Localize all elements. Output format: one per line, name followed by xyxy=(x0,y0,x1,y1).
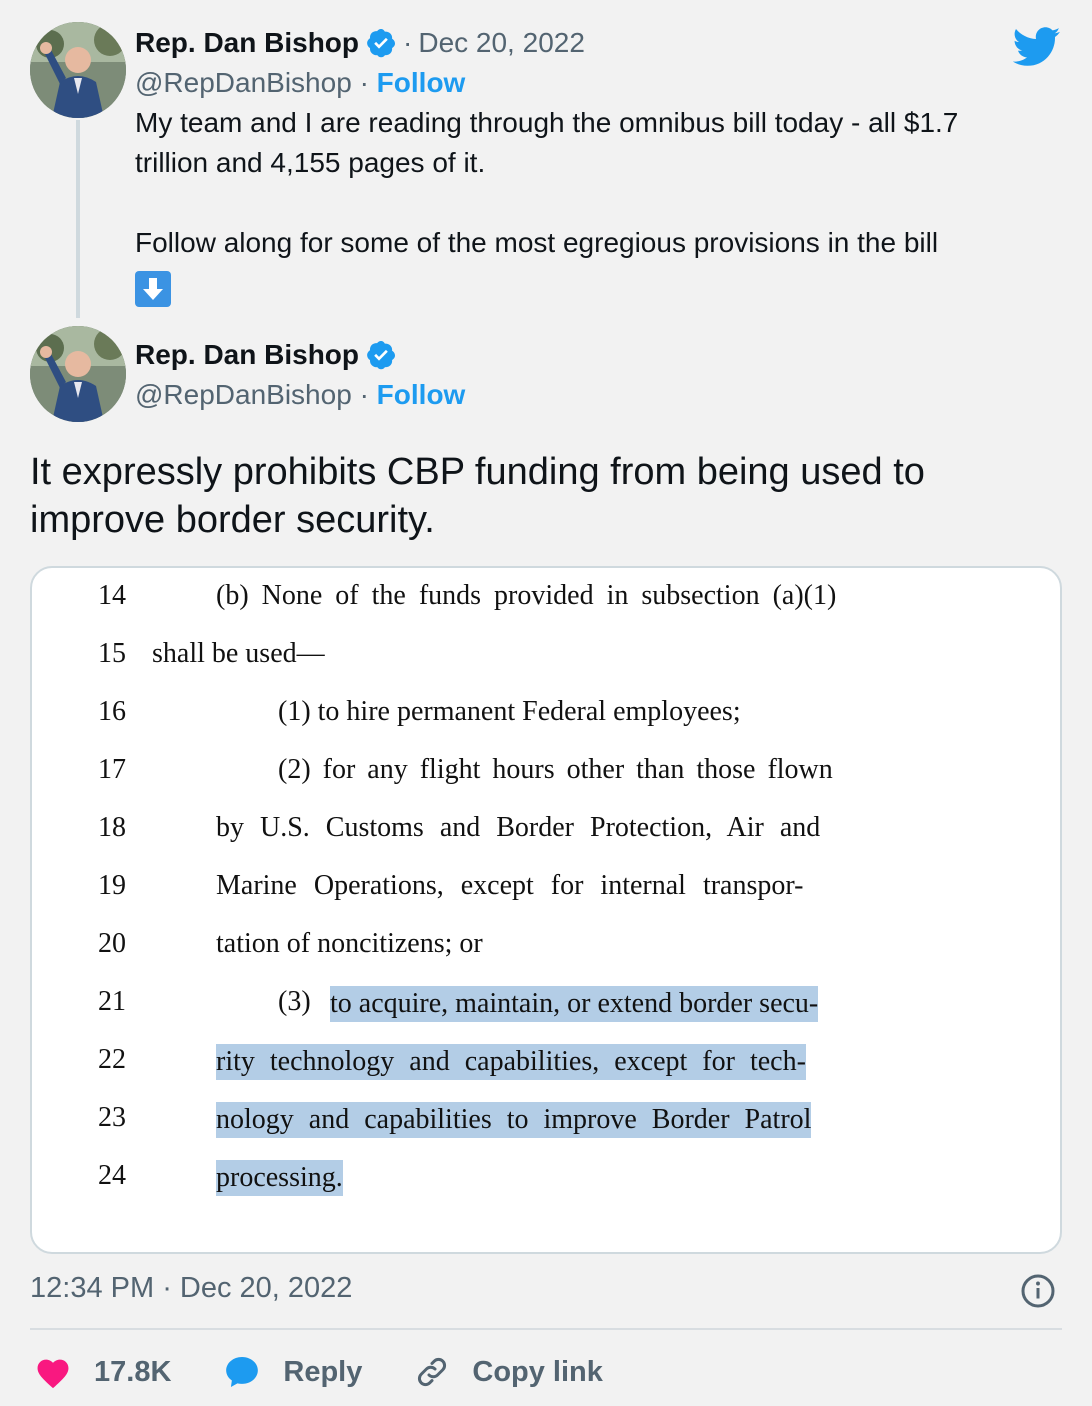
reply-bubble-icon xyxy=(226,1356,259,1388)
line-number: 19 xyxy=(98,870,126,901)
tweet-timestamp[interactable]: 12:34 PM · Dec 20, 2022 xyxy=(30,1272,352,1305)
footer-divider xyxy=(30,1328,1062,1330)
follow-button[interactable]: Follow xyxy=(377,67,466,98)
thread-connector-line xyxy=(76,120,80,318)
reply-button[interactable]: Reply xyxy=(223,1353,362,1391)
verified-badge-icon xyxy=(367,29,396,58)
heart-icon xyxy=(37,1359,69,1389)
tweet1-text-line: Follow along for some of the most egregi… xyxy=(135,227,939,258)
author-name[interactable]: Rep. Dan Bishop xyxy=(135,27,359,59)
line-text-highlighted: to acquire, maintain, or extend border s… xyxy=(330,986,819,1022)
attached-document-image[interactable]: 14 (b) None of the funds provided in sub… xyxy=(30,566,1062,1254)
avatar-tweet1[interactable] xyxy=(30,22,126,118)
line-text: shall be used— xyxy=(152,638,325,669)
copy-link-label: Copy link xyxy=(472,1355,603,1388)
line-number: 24 xyxy=(98,1160,126,1191)
separator-dot: · xyxy=(403,27,413,58)
reply-label: Reply xyxy=(283,1355,363,1388)
like-count: 17.8K xyxy=(94,1355,172,1388)
tweet2-text-line: improve border security. xyxy=(30,499,435,541)
tweet1-date[interactable]: Dec 20, 2022 xyxy=(418,27,585,59)
line-text-highlighted: nology and capabilities to improve Borde… xyxy=(216,1102,812,1138)
line-number: 21 xyxy=(98,986,126,1017)
timestamp-date: Dec 20, 2022 xyxy=(179,1272,353,1304)
tweet2-text-line: It expressly prohibits CBP funding from … xyxy=(30,451,925,493)
tweet2-text: It expressly prohibits CBP funding from … xyxy=(30,448,1070,544)
line-number: 18 xyxy=(98,812,126,843)
link-icon xyxy=(418,1358,447,1386)
tweet1-header: Rep. Dan Bishop · Dec 20, 2022 xyxy=(135,27,585,59)
tweet1-handle-row: @RepDanBishop · Follow xyxy=(135,67,465,99)
line-number: 23 xyxy=(98,1102,126,1133)
line-number: 16 xyxy=(98,696,126,727)
author-handle[interactable]: @RepDanBishop xyxy=(135,379,352,410)
separator-dot: · xyxy=(359,67,377,98)
tweet1-text: My team and I are reading through the om… xyxy=(135,103,1065,307)
line-text: Marine Operations, except for internal t… xyxy=(216,870,804,901)
copy-link-button[interactable]: Copy link xyxy=(414,1354,603,1390)
line-number: 17 xyxy=(98,754,126,785)
tweet1-text-line: My team and I are reading through the om… xyxy=(135,107,959,138)
avatar-tweet2[interactable] xyxy=(30,326,126,422)
line-text-highlighted: rity technology and capabilities, except… xyxy=(216,1044,806,1080)
line-text: tation of noncitizens; or xyxy=(216,928,483,959)
line-text: (1) to hire permanent Federal employees; xyxy=(278,696,741,727)
line-prefix: (3) xyxy=(278,986,311,1017)
line-number: 20 xyxy=(98,928,126,959)
separator-dot: · xyxy=(162,1272,180,1304)
action-bar: 17.8K Reply Copy link xyxy=(34,1350,655,1394)
author-handle[interactable]: @RepDanBishop xyxy=(135,67,352,98)
verified-badge-icon xyxy=(367,341,396,370)
tweet2-header: Rep. Dan Bishop xyxy=(135,339,397,371)
timestamp-time: 12:34 PM xyxy=(30,1272,155,1304)
twitter-bird-icon[interactable] xyxy=(1013,26,1061,68)
line-text: (b) None of the funds provided in subsec… xyxy=(216,580,837,611)
info-icon[interactable] xyxy=(1020,1273,1056,1309)
like-button[interactable]: 17.8K xyxy=(34,1355,171,1389)
line-text-highlighted: processing. xyxy=(216,1160,343,1196)
separator-dot: · xyxy=(359,379,377,410)
tweet2-handle-row: @RepDanBishop · Follow xyxy=(135,379,465,411)
tweet1-text-line: trillion and 4,155 pages of it. xyxy=(135,147,486,178)
line-text: (2) for any flight hours other than thos… xyxy=(278,754,833,785)
line-number: 22 xyxy=(98,1044,126,1075)
line-text: by U.S. Customs and Border Protection, A… xyxy=(216,812,821,843)
follow-button[interactable]: Follow xyxy=(377,379,466,410)
down-arrow-emoji-icon xyxy=(135,270,171,307)
line-number: 14 xyxy=(98,580,126,611)
author-name[interactable]: Rep. Dan Bishop xyxy=(135,339,359,371)
line-number: 15 xyxy=(98,638,126,669)
